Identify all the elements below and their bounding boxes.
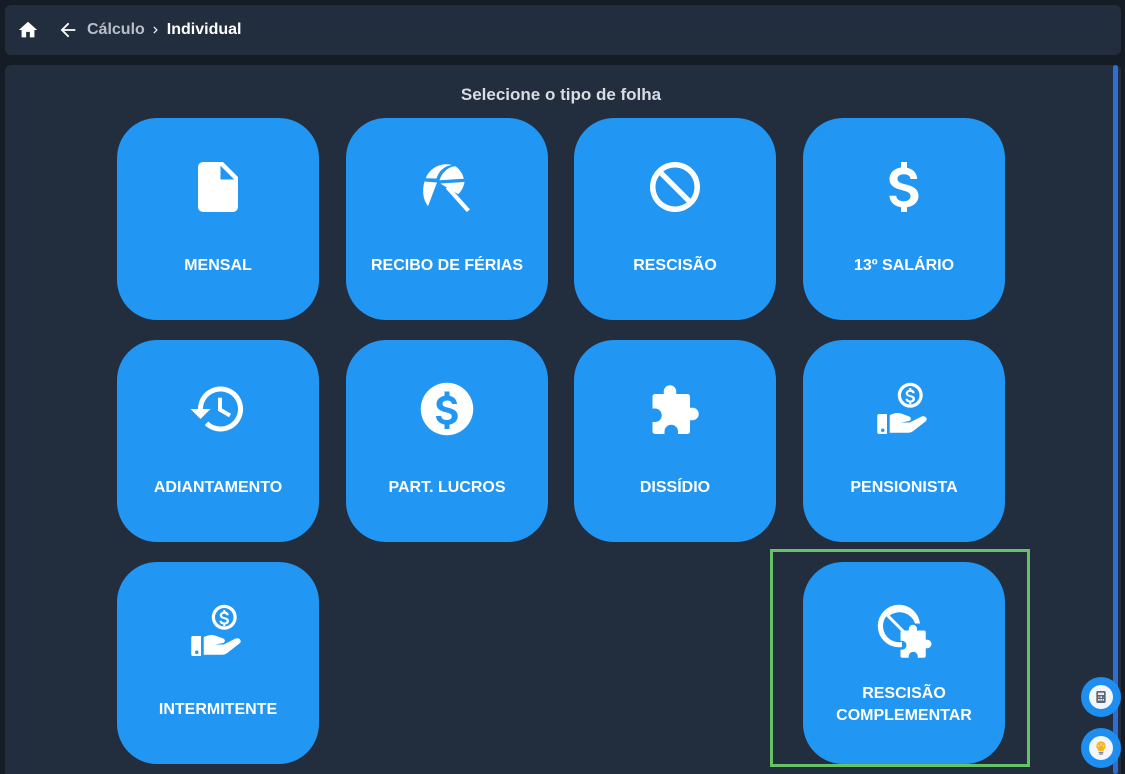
tile-label: DISSÍDIO: [639, 479, 711, 496]
breadcrumb-current: Individual: [166, 21, 242, 38]
calculator-icon: [1089, 685, 1113, 709]
hand-coin-icon: [117, 600, 319, 662]
dollar-sign-icon: [803, 156, 1005, 218]
dollar-circle-icon: [346, 378, 548, 440]
home-icon[interactable]: [17, 19, 39, 41]
tile-label: INTERMITENTE: [158, 701, 278, 718]
tile-label: RESCISÃO: [633, 257, 717, 274]
prohibited-icon: [574, 156, 776, 218]
top-bar: Cálculo Individual: [5, 5, 1121, 55]
history-icon: [117, 378, 319, 440]
tile-adiantamento[interactable]: ADIANTAMENTO: [117, 340, 319, 542]
tile-mensal[interactable]: MENSAL: [117, 118, 319, 320]
tile-label: PART. LUCROS: [388, 479, 506, 496]
selection-highlight: [770, 549, 1030, 767]
beach-umbrella-icon: [346, 156, 548, 218]
tile-label: RECIBO DE FÉRIAS: [370, 257, 523, 274]
tile-dissidio[interactable]: DISSÍDIO: [574, 340, 776, 542]
hand-coin-icon: [803, 378, 1005, 440]
tile-label: 13º SALÁRIO: [853, 257, 955, 274]
document-icon: [117, 156, 319, 218]
tile-intermitente[interactable]: INTERMITENTE: [117, 562, 319, 764]
puzzle-icon: [574, 378, 776, 440]
chevron-right-icon: [149, 19, 163, 41]
lightbulb-icon: [1089, 736, 1113, 760]
tips-button[interactable]: [1081, 728, 1121, 768]
tile-label: MENSAL: [184, 257, 252, 274]
tile-13-salario[interactable]: 13º SALÁRIO: [803, 118, 1005, 320]
page-title: Selecione o tipo de folha: [460, 85, 662, 104]
tile-label: ADIANTAMENTO: [153, 479, 283, 496]
tile-pensionista[interactable]: PENSIONISTA: [803, 340, 1005, 542]
tile-recibo-de-ferias[interactable]: RECIBO DE FÉRIAS: [346, 118, 548, 320]
tile-label: PENSIONISTA: [850, 479, 958, 496]
calculator-button[interactable]: [1081, 677, 1121, 717]
tile-rescisao[interactable]: RESCISÃO: [574, 118, 776, 320]
arrow-left-icon[interactable]: [57, 19, 79, 41]
scrollbar[interactable]: [1113, 65, 1118, 774]
breadcrumb-parent[interactable]: Cálculo: [87, 21, 145, 39]
tile-part-lucros[interactable]: PART. LUCROS: [346, 340, 548, 542]
